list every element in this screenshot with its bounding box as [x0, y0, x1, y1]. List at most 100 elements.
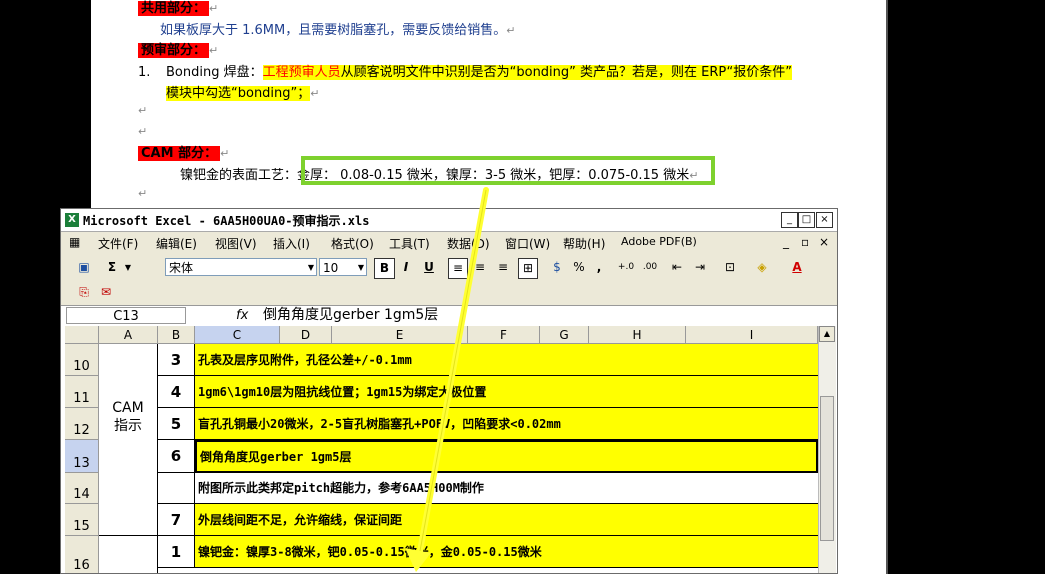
- formula-input[interactable]: 倒角角度见gerber 1gm5层: [263, 306, 438, 325]
- row-header[interactable]: 11: [65, 376, 99, 408]
- row-header[interactable]: 15: [65, 504, 99, 536]
- menu-bar: ▦ 文件(F) 编辑(E) 视图(V) 插入(I) 格式(O) 工具(T) 数据…: [61, 232, 837, 254]
- doc-close-icon[interactable]: ×: [819, 235, 829, 249]
- menu-edit[interactable]: 编辑(E): [156, 235, 197, 252]
- active-cell-c13[interactable]: 倒角角度见gerber 1gm5层: [195, 440, 818, 473]
- column-header-i[interactable]: I: [686, 326, 818, 344]
- instruction-cell[interactable]: 1gm6\1gm10层为阻抗线位置；1gm15为绑定大极位置: [195, 376, 818, 408]
- bold-button[interactable]: B: [374, 258, 395, 279]
- font-color-button[interactable]: A: [788, 258, 806, 277]
- vertical-scrollbar[interactable]: ▲: [818, 326, 836, 573]
- cam-group-label: CAM 指示: [112, 400, 144, 434]
- formatting-toolbar: ▣ Σ ▼ 宋体 ▼ 10 ▼ B I U ≡ ≡ ≡ ⊞ $ % , +.0 .0…: [61, 255, 837, 281]
- excel-window: X Microsoft Excel - 6AA5H00UA0-预审指示.xls …: [60, 208, 838, 574]
- column-header-d[interactable]: D: [280, 326, 332, 344]
- instruction-cell[interactable]: 孔表及层序见附件，孔径公差+/-0.1mm: [195, 344, 818, 376]
- column-header-g[interactable]: G: [540, 326, 589, 344]
- decrease-indent-icon[interactable]: ⇤: [668, 258, 686, 277]
- minimize-icon[interactable]: _: [781, 212, 798, 228]
- column-header-c[interactable]: C: [195, 326, 280, 344]
- empty-paragraph: ↵: [138, 187, 148, 200]
- spreadsheet-grid: A B C D E F G H I CAM 指示 10 3 孔表及层序见附件，孔…: [61, 326, 837, 573]
- fill-color-icon[interactable]: ◈: [753, 258, 771, 277]
- row-header[interactable]: 13: [65, 440, 99, 473]
- row-header[interactable]: 16: [65, 536, 99, 573]
- item-number-cell[interactable]: 4: [158, 376, 195, 408]
- cam-group-cell[interactable]: CAM 指示: [99, 344, 158, 536]
- excel-app-icon: X: [65, 213, 79, 227]
- font-name-select[interactable]: 宋体 ▼: [165, 258, 317, 276]
- merge-center-icon[interactable]: ⊞: [518, 258, 538, 279]
- menu-file[interactable]: 文件(F): [98, 235, 138, 252]
- shared-note: 如果板厚大于 1.6MM，且需要树脂塞孔，需要反馈给销售。↵: [160, 23, 516, 38]
- underline-button[interactable]: U: [420, 258, 438, 277]
- pdf-email-icon[interactable]: ✉: [97, 283, 115, 302]
- menu-adobe-pdf[interactable]: Adobe PDF(B): [621, 235, 697, 248]
- item-number-cell[interactable]: 3: [158, 344, 195, 376]
- save-icon[interactable]: ▣: [75, 258, 93, 277]
- name-box[interactable]: C13: [66, 307, 186, 324]
- row-header[interactable]: 12: [65, 408, 99, 440]
- menu-help[interactable]: 帮助(H): [563, 235, 605, 252]
- menu-view[interactable]: 视图(V): [215, 235, 257, 252]
- menu-window[interactable]: 窗口(W): [505, 235, 550, 252]
- align-center-icon[interactable]: ≡: [471, 258, 489, 277]
- column-header-b[interactable]: B: [158, 326, 195, 344]
- percent-button[interactable]: %: [570, 258, 588, 277]
- pdf-toolbar: ⎘ ✉: [61, 281, 837, 305]
- excel-titlebar[interactable]: X Microsoft Excel - 6AA5H00UA0-预审指示.xls …: [61, 209, 837, 232]
- menu-insert[interactable]: 插入(I): [273, 235, 310, 252]
- item-number-cell[interactable]: 5: [158, 408, 195, 440]
- item-number-cell[interactable]: 7: [158, 504, 195, 536]
- column-header-f[interactable]: F: [468, 326, 540, 344]
- excel-doc-icon[interactable]: ▦: [69, 235, 80, 249]
- item-number-cell[interactable]: 6: [158, 440, 195, 473]
- maximize-icon[interactable]: □: [798, 212, 815, 228]
- section-review-heading: 预审部分： ↵: [138, 39, 218, 58]
- page-edge: [886, 0, 888, 574]
- section-shared-heading: 共用部分： ↵: [138, 0, 218, 16]
- row-header[interactable]: 10: [65, 344, 99, 376]
- empty-paragraph: ↵: [138, 104, 148, 117]
- scroll-thumb[interactable]: [820, 396, 834, 541]
- pdf-convert-icon[interactable]: ⎘: [75, 283, 93, 302]
- menu-tools[interactable]: 工具(T): [389, 235, 430, 252]
- section-cam-heading: CAM 部分： ↵: [138, 142, 229, 161]
- review-item-1: 1. Bonding 焊盘：工程预审人员从顾客说明文件中识别是否为“bonding…: [138, 65, 792, 80]
- menu-data[interactable]: 数据(D): [447, 235, 490, 252]
- borders-icon[interactable]: ⊡: [721, 258, 739, 277]
- italic-button[interactable]: I: [397, 258, 415, 277]
- close-icon[interactable]: ×: [816, 212, 833, 228]
- increase-indent-icon[interactable]: ⇥: [691, 258, 709, 277]
- autosum-button[interactable]: Σ: [103, 258, 121, 277]
- empty-paragraph: ↵: [138, 125, 148, 138]
- menu-format[interactable]: 格式(O): [331, 235, 374, 252]
- column-header-a[interactable]: A: [99, 326, 158, 344]
- currency-icon[interactable]: $: [548, 258, 566, 277]
- doc-restore-icon[interactable]: ▫: [801, 235, 809, 249]
- column-header-h[interactable]: H: [589, 326, 686, 344]
- review-item-1-continuation: 模块中勾选“bonding”；↵: [166, 86, 320, 101]
- doc-minimize-icon[interactable]: _: [783, 235, 789, 249]
- item-number-cell[interactable]: 1: [158, 536, 195, 568]
- instruction-cell[interactable]: 镍钯金：镍厚3-8微米，钯0.05-0.15微米，金0.05-0.15微米: [195, 536, 818, 568]
- instruction-cell[interactable]: 附图所示此类邦定pitch超能力，参考6AA5H00M制作: [195, 473, 818, 504]
- comma-button[interactable]: ,: [592, 258, 606, 277]
- next-group-cell[interactable]: [99, 536, 158, 573]
- align-right-icon[interactable]: ≡: [494, 258, 512, 277]
- font-size-select[interactable]: 10 ▼: [319, 258, 367, 276]
- item-number-cell[interactable]: [158, 473, 195, 504]
- scroll-up-icon[interactable]: ▲: [819, 326, 835, 342]
- increase-decimal-button[interactable]: +.0: [616, 258, 636, 277]
- column-header-e[interactable]: E: [332, 326, 468, 344]
- row-header[interactable]: 14: [65, 473, 99, 504]
- align-left-icon[interactable]: ≡: [448, 258, 468, 279]
- autosum-dropdown-icon[interactable]: ▼: [123, 258, 133, 277]
- fx-label[interactable]: fx: [236, 306, 248, 325]
- annotation-highlight-box: [301, 156, 715, 185]
- decrease-decimal-button[interactable]: .00: [640, 258, 660, 277]
- instruction-cell[interactable]: 外层线间距不足，允许缩线，保证间距: [195, 504, 818, 536]
- window-title: Microsoft Excel - 6AA5H00UA0-预审指示.xls: [83, 214, 370, 228]
- select-all-corner[interactable]: [65, 326, 99, 344]
- instruction-cell[interactable]: 盲孔孔铜最小20微米，2-5盲孔树脂塞孔+POFV，凹陷要求<0.02mm: [195, 408, 818, 440]
